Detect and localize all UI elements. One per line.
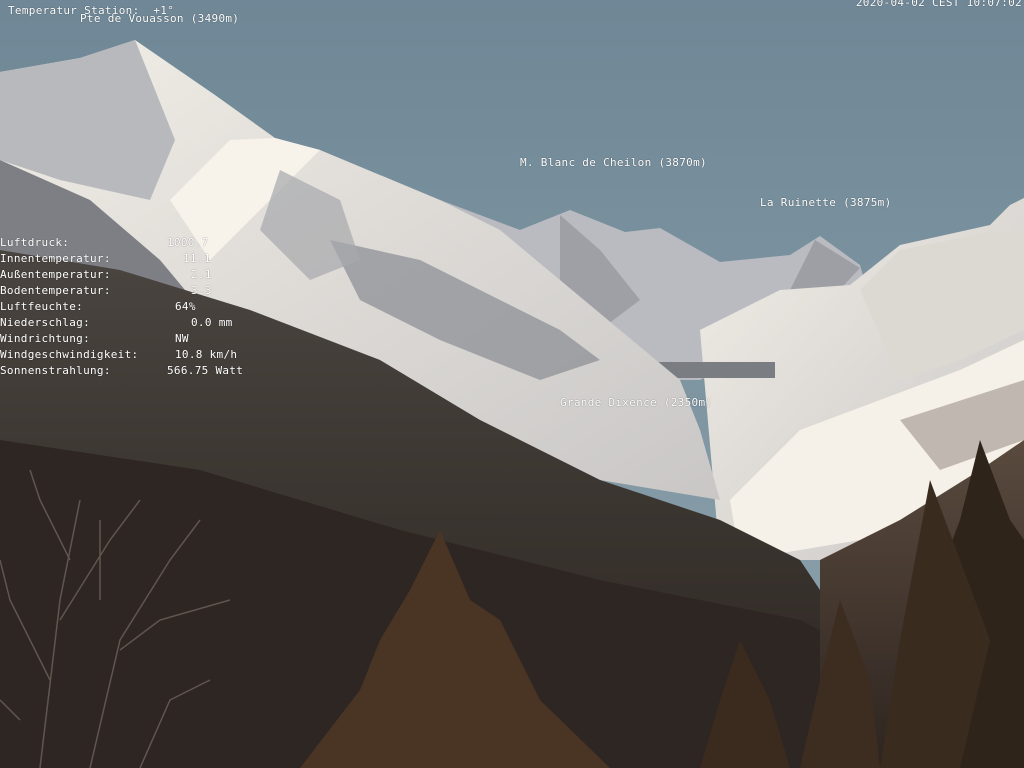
weather-value-wind-direction: NW xyxy=(175,332,189,345)
weather-label-humidity: Luftfeuchte: xyxy=(0,300,84,313)
webcam-frame: Temperatur Station: +1° 2020-04-02 CEST … xyxy=(0,0,1024,768)
weather-label-wind-speed: Windgeschwindigkeit: xyxy=(0,348,139,361)
weather-label-precipitation: Niederschlag: xyxy=(0,316,90,329)
weather-label-wind-direction: Windrichtung: xyxy=(0,332,90,345)
timestamp: 2020-04-02 CEST 10:07:02 xyxy=(855,0,1022,9)
weather-value-wind-speed: 10.8 km/h xyxy=(175,348,238,361)
weather-value-outdoor-temp: 2.1 xyxy=(191,268,212,281)
weather-label-indoor-temp: Innentemperatur: xyxy=(0,252,111,265)
weather-label-outdoor-temp: Außentemperatur: xyxy=(0,268,111,281)
weather-value-humidity: 64% xyxy=(175,300,196,313)
weather-label-ground-temp: Bodentemperatur: xyxy=(0,284,111,297)
weather-label-solar-radiation: Sonnenstrahlung: xyxy=(0,364,111,377)
weather-label-pressure: Luftdruck: xyxy=(0,236,70,249)
weather-value-solar-radiation: 566.75 Watt xyxy=(167,364,244,377)
peak-label-blanc-cheilon: M. Blanc de Cheilon (3870m) xyxy=(520,156,707,169)
weather-value-pressure: 1000.7 xyxy=(167,236,209,249)
weather-value-indoor-temp: 11.1 xyxy=(183,252,211,265)
peak-label-vouasson: Pte de Vouasson (3490m) xyxy=(80,12,240,25)
peak-label-ruinette: La Ruinette (3875m) xyxy=(760,196,892,209)
weather-value-precipitation: 0.0 mm xyxy=(191,316,233,329)
weather-data: Luftdruck: 1000.7 Innentemperatur: 11.1 … xyxy=(0,237,270,387)
weather-value-ground-temp: 3.3 xyxy=(191,284,212,297)
peak-label-grande-dixence: Grande Dixence (2350m) xyxy=(560,396,713,409)
